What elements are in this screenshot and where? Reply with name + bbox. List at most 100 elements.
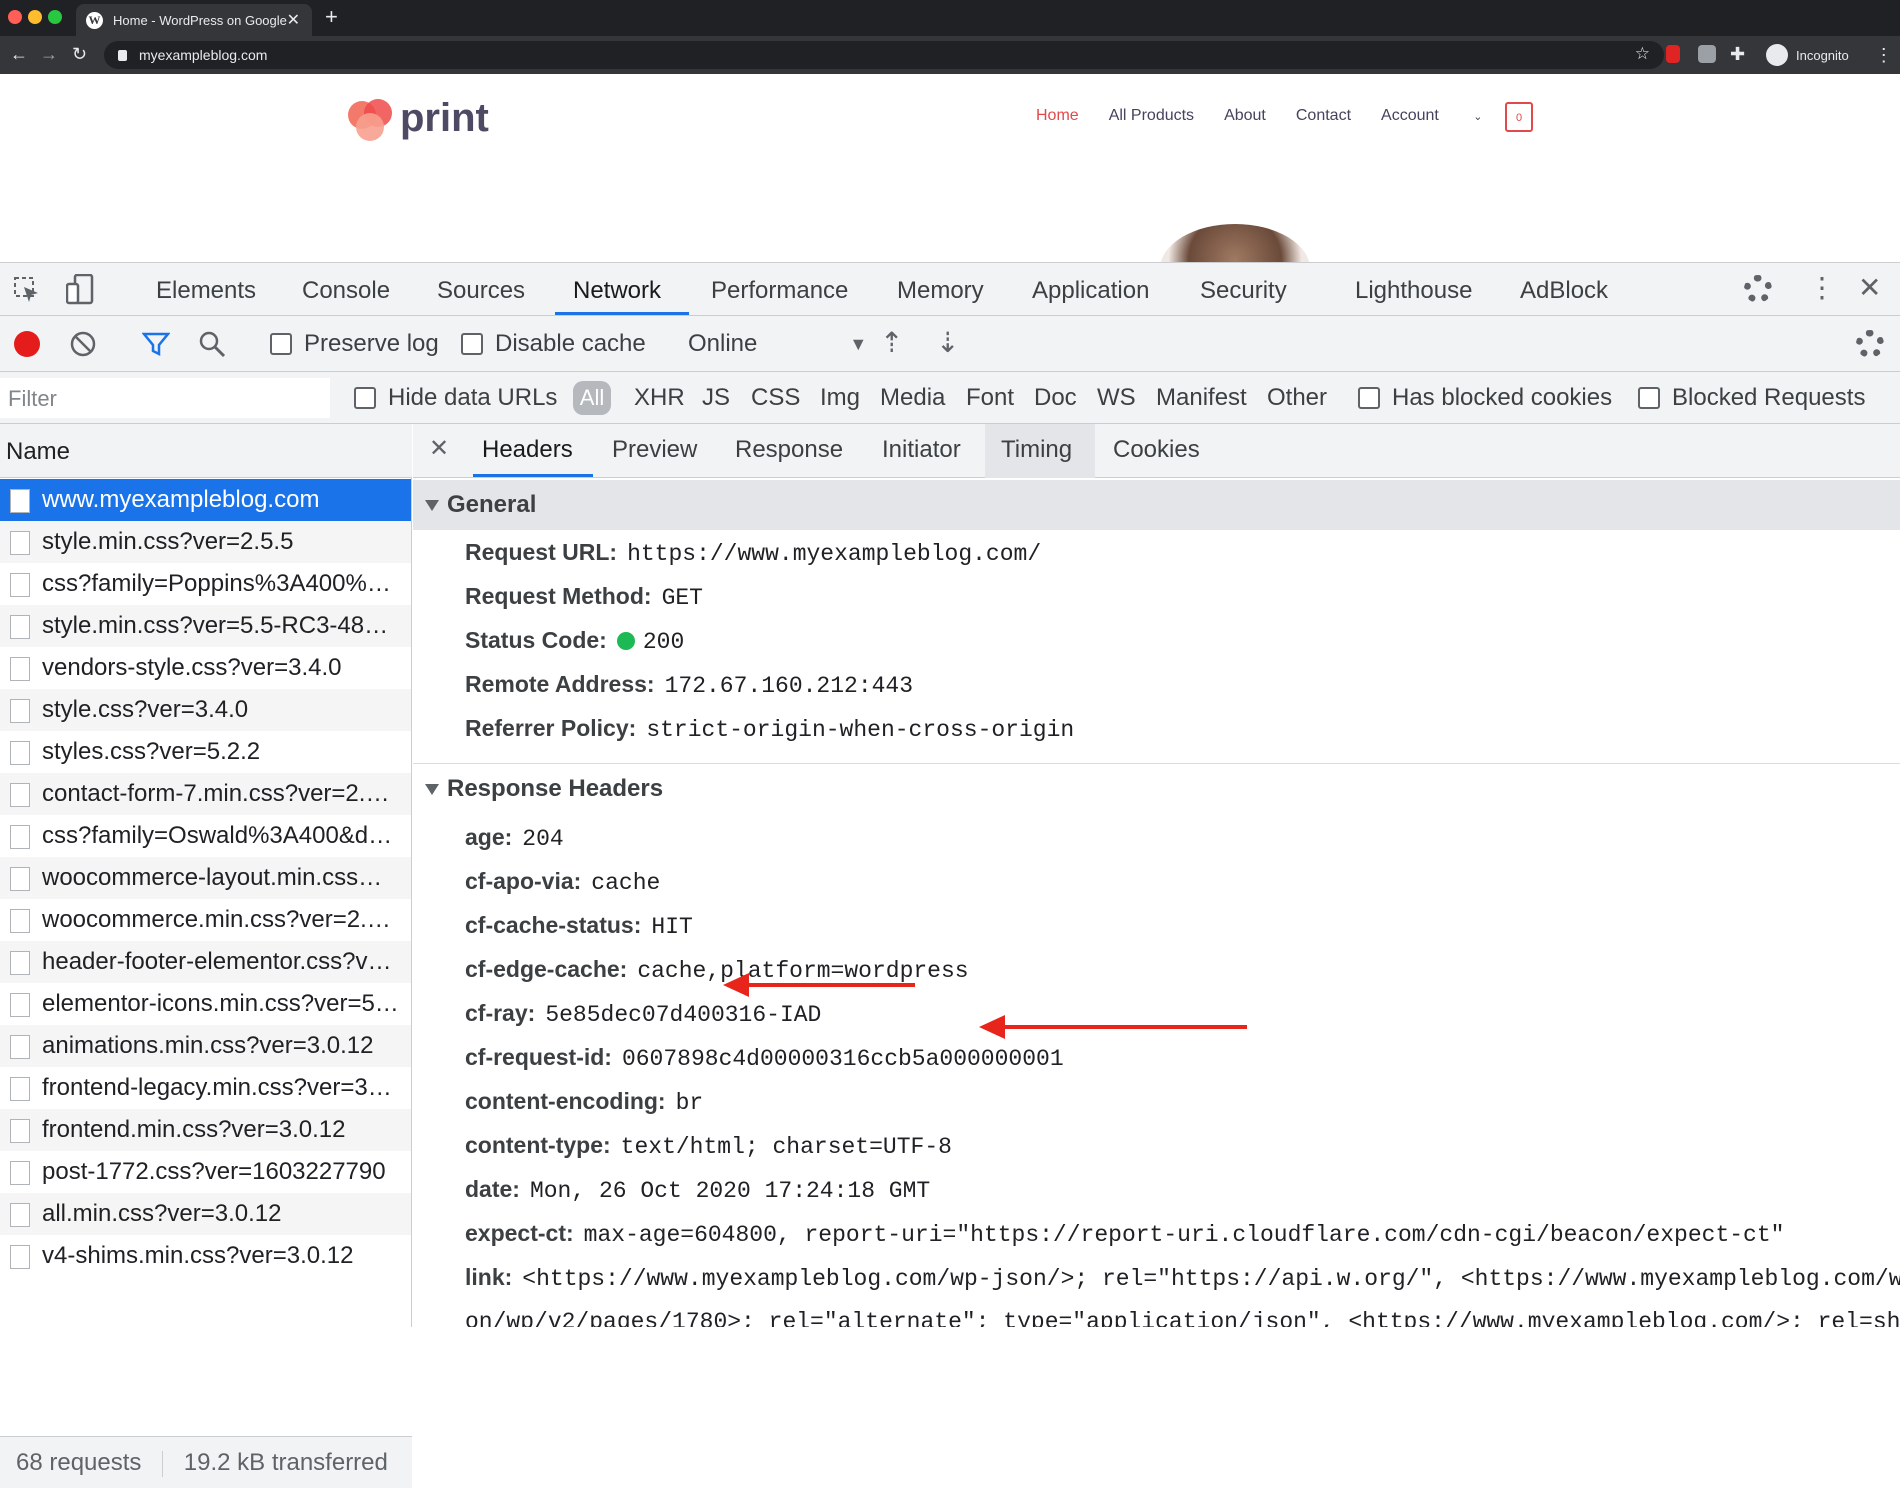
device-toolbar-icon[interactable]: [66, 274, 94, 306]
request-row[interactable]: style.css?ver=3.4.0: [0, 689, 411, 731]
preserve-log-checkbox[interactable]: Preserve log: [270, 330, 439, 358]
back-icon[interactable]: ←: [10, 44, 28, 65]
header-request-url: Request URL: https://www.myexampleblog.co…: [465, 539, 1041, 567]
blocked-requests-checkbox[interactable]: Blocked Requests: [1638, 384, 1865, 412]
filter-bar: Filter Hide data URLs All XHR JS CSS Img…: [0, 372, 1900, 424]
site-nav-about[interactable]: About: [1224, 107, 1266, 125]
request-row[interactable]: styles.css?ver=5.2.2: [0, 731, 411, 773]
export-har-icon[interactable]: ⇣: [936, 326, 959, 359]
inspect-element-icon[interactable]: [14, 277, 40, 303]
response-header-row: cf-ray: 5e85dec07d400316-IAD: [465, 1000, 821, 1028]
filter-type-js[interactable]: JS: [702, 384, 730, 412]
hide-data-urls-box[interactable]: [354, 387, 376, 409]
camera-extension-icon[interactable]: [1698, 45, 1716, 63]
filter-type-ws[interactable]: WS: [1097, 384, 1136, 412]
tab-preview[interactable]: Preview: [612, 436, 697, 464]
request-row[interactable]: style.min.css?ver=2.5.5: [0, 521, 411, 563]
close-window-button[interactable]: [8, 10, 22, 24]
response-headers-section-header[interactable]: Response Headers: [413, 764, 1900, 814]
incognito-badge[interactable]: Incognito ⋮: [1766, 44, 1893, 66]
request-row[interactable]: frontend.min.css?ver=3.0.12: [0, 1109, 411, 1151]
filter-funnel-icon[interactable]: [142, 331, 170, 357]
tab-elements[interactable]: Elements: [156, 277, 256, 305]
url-input[interactable]: myexampleblog.com ☆: [104, 41, 1664, 69]
preserve-log-box[interactable]: [270, 333, 292, 355]
cart-button[interactable]: 0: [1505, 102, 1533, 132]
more-options-icon[interactable]: ⋮: [1808, 271, 1836, 304]
new-tab-icon[interactable]: +: [325, 4, 338, 30]
record-icon[interactable]: [14, 331, 40, 357]
tab-network[interactable]: Network: [573, 277, 661, 305]
filter-type-media[interactable]: Media: [880, 384, 945, 412]
filter-type-xhr[interactable]: XHR: [634, 384, 685, 412]
tab-performance[interactable]: Performance: [711, 277, 848, 305]
import-har-icon[interactable]: ⇡: [880, 326, 903, 359]
request-row[interactable]: contact-form-7.min.css?ver=2.…: [0, 773, 411, 815]
close-detail-icon[interactable]: ✕: [429, 434, 449, 463]
request-row[interactable]: woocommerce.min.css?ver=2.…: [0, 899, 411, 941]
request-row[interactable]: style.min.css?ver=5.5-RC3-48…: [0, 605, 411, 647]
general-section-header[interactable]: General: [413, 480, 1900, 530]
disable-cache-box[interactable]: [461, 333, 483, 355]
request-row[interactable]: css?family=Oswald%3A400&d…: [0, 815, 411, 857]
close-devtools-icon[interactable]: ✕: [1858, 271, 1881, 304]
filter-type-css[interactable]: CSS: [751, 384, 800, 412]
network-settings-gear-icon[interactable]: [1856, 330, 1884, 358]
hide-data-urls-checkbox[interactable]: Hide data URLs: [354, 384, 557, 412]
tab-console[interactable]: Console: [302, 277, 390, 305]
settings-gear-icon[interactable]: [1744, 275, 1772, 303]
tab-cookies[interactable]: Cookies: [1113, 436, 1200, 464]
forward-icon[interactable]: →: [40, 44, 58, 65]
filter-type-other[interactable]: Other: [1267, 384, 1327, 412]
name-column-header[interactable]: Name: [0, 424, 412, 478]
request-row[interactable]: vendors-style.css?ver=3.4.0: [0, 647, 411, 689]
blocked-requests-box[interactable]: [1638, 387, 1660, 409]
tab-response[interactable]: Response: [735, 436, 843, 464]
filter-type-all[interactable]: All: [573, 381, 611, 415]
request-row[interactable]: animations.min.css?ver=3.0.12: [0, 1025, 411, 1067]
reload-icon[interactable]: ↻: [72, 44, 87, 65]
maximize-window-button[interactable]: [48, 10, 62, 24]
tab-headers[interactable]: Headers: [482, 436, 573, 464]
close-tab-icon[interactable]: ✕: [287, 10, 300, 30]
site-nav-contact[interactable]: Contact: [1296, 107, 1351, 125]
throttling-select[interactable]: Online ▼: [688, 330, 867, 358]
site-nav-all-products[interactable]: All Products: [1109, 107, 1194, 125]
site-logo[interactable]: print: [348, 96, 489, 141]
site-nav-account[interactable]: Account ⌄: [1381, 107, 1512, 125]
tab-initiator[interactable]: Initiator: [882, 436, 961, 464]
request-row[interactable]: header-footer-elementor.css?v…: [0, 941, 411, 983]
request-row[interactable]: elementor-icons.min.css?ver=5…: [0, 983, 411, 1025]
tab-security[interactable]: Security: [1200, 277, 1287, 305]
clear-icon[interactable]: [70, 331, 96, 357]
browser-tab[interactable]: W Home - WordPress on Google ✕: [76, 4, 312, 36]
tab-sources[interactable]: Sources: [437, 277, 525, 305]
filter-type-doc[interactable]: Doc: [1034, 384, 1077, 412]
request-row[interactable]: www.myexampleblog.com: [0, 479, 411, 521]
request-row[interactable]: frontend-legacy.min.css?ver=3…: [0, 1067, 411, 1109]
extensions-puzzle-icon[interactable]: ✚: [1730, 44, 1748, 64]
minimize-window-button[interactable]: [28, 10, 42, 24]
filter-input[interactable]: Filter: [0, 378, 330, 418]
bookmark-star-icon[interactable]: ☆: [1635, 44, 1650, 64]
request-row[interactable]: post-1772.css?ver=1603227790: [0, 1151, 411, 1193]
request-row[interactable]: css?family=Poppins%3A400%…: [0, 563, 411, 605]
filter-type-manifest[interactable]: Manifest: [1156, 384, 1247, 412]
adblock-extension-icon[interactable]: [1666, 45, 1680, 63]
request-row[interactable]: woocommerce-layout.min.css…: [0, 857, 411, 899]
filter-type-img[interactable]: Img: [820, 384, 860, 412]
has-blocked-cookies-box[interactable]: [1358, 387, 1380, 409]
browser-menu-icon[interactable]: ⋮: [1875, 45, 1893, 66]
has-blocked-cookies-checkbox[interactable]: Has blocked cookies: [1358, 384, 1612, 412]
filter-type-font[interactable]: Font: [966, 384, 1014, 412]
disable-cache-checkbox[interactable]: Disable cache: [461, 330, 646, 358]
tab-memory[interactable]: Memory: [897, 277, 984, 305]
search-icon[interactable]: [198, 330, 226, 358]
site-nav-home[interactable]: Home: [1036, 107, 1079, 125]
tab-adblock[interactable]: AdBlock: [1520, 277, 1608, 305]
tab-lighthouse[interactable]: Lighthouse: [1355, 277, 1472, 305]
tab-application[interactable]: Application: [1032, 277, 1149, 305]
request-row[interactable]: all.min.css?ver=3.0.12: [0, 1193, 411, 1235]
tab-timing[interactable]: Timing: [1001, 436, 1072, 464]
request-row[interactable]: v4-shims.min.css?ver=3.0.12: [0, 1235, 411, 1277]
